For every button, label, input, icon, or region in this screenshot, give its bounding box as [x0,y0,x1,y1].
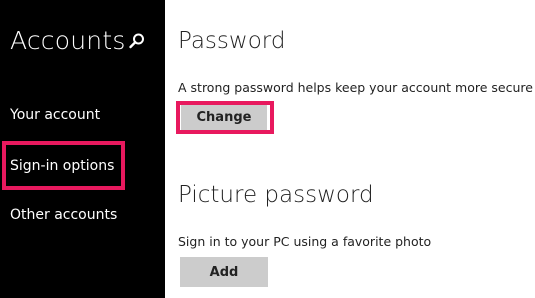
sidebar: Accounts Your account Sign-in options Ot… [0,0,165,298]
sidebar-title: Accounts [10,26,126,55]
add-picture-password-button[interactable]: Add [180,257,268,287]
picture-password-title: Picture password [178,182,374,208]
change-password-button[interactable]: Change [181,104,267,131]
password-description: A strong password helps keep your accoun… [178,80,533,95]
search-icon[interactable] [128,32,146,50]
picture-password-description: Sign in to your PC using a favorite phot… [178,234,432,249]
main-content: Password A strong password helps keep yo… [165,0,535,298]
password-title: Password [178,28,286,54]
sidebar-item-other-accounts[interactable]: Other accounts [10,207,117,223]
sidebar-item-your-account[interactable]: Your account [10,107,100,123]
sidebar-item-sign-in-options[interactable]: Sign-in options [10,158,114,174]
